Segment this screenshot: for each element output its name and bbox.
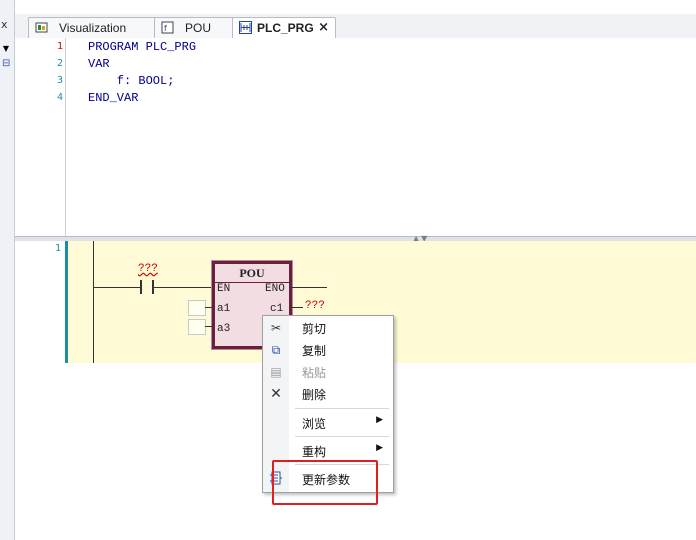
wire	[94, 287, 140, 288]
tab-label: Visualization	[59, 21, 127, 35]
code-line: f: BOOL;	[88, 74, 175, 88]
network-number: 1	[15, 241, 65, 363]
wire	[154, 287, 212, 288]
tab-label: PLC_PRG	[257, 21, 314, 35]
close-pane-icon[interactable]: x	[1, 18, 8, 31]
block-type-name: POU	[215, 266, 289, 283]
menu-item-label: 复制	[302, 344, 327, 358]
dropdown-arrow-icon[interactable]: ▼	[0, 44, 12, 56]
input-a3-field[interactable]	[188, 319, 206, 335]
submenu-arrow-icon: ▶	[376, 415, 383, 425]
menu-item-copy[interactable]: ⧉ 复制	[263, 339, 393, 361]
menu-item-browse[interactable]: 浏览 ▶	[263, 412, 393, 434]
tab-label: POU	[185, 21, 212, 35]
line-number-gutter: 1 2 3 4	[15, 38, 66, 236]
menu-item-label: 重构	[302, 445, 327, 459]
tab-pou[interactable]: f POU	[154, 17, 234, 38]
pou-icon: f	[161, 21, 174, 34]
input-a1-field[interactable]	[188, 300, 206, 316]
paste-icon: ▤	[270, 365, 282, 379]
copy-icon: ⧉	[271, 343, 281, 357]
tab-plc-prg[interactable]: PLC_PRG ×	[232, 17, 336, 39]
menu-item-label: 浏览	[302, 417, 327, 431]
wire	[205, 307, 212, 308]
contact-variable-label[interactable]: ???	[138, 263, 158, 275]
svg-text:f: f	[164, 24, 167, 33]
wire	[205, 326, 212, 327]
scissors-icon: ✂	[270, 321, 282, 335]
highlight-box	[272, 460, 378, 505]
close-tab-icon[interactable]: ×	[318, 18, 329, 38]
menu-item-refactor[interactable]: 重构 ▶	[263, 440, 393, 462]
line-number: 3	[56, 75, 63, 86]
menu-separator	[295, 436, 389, 437]
wire	[289, 287, 327, 288]
menu-separator	[295, 408, 389, 409]
line-number: 4	[56, 92, 63, 103]
pin-en: EN	[217, 283, 231, 295]
visualization-icon	[35, 21, 48, 34]
code-line: END_VAR	[88, 91, 139, 105]
menu-item-label: 删除	[302, 388, 327, 402]
left-pane-strip: x ▼	[0, 0, 15, 540]
declaration-editor[interactable]: 1 2 3 4 ⊟ PROGRAM PLC_PRG VAR f: BOOL; E…	[2, 38, 696, 236]
delete-icon: ✕	[270, 386, 282, 402]
wire	[289, 307, 303, 308]
menu-item-delete[interactable]: ✕ 删除	[263, 383, 393, 405]
line-number: 1	[56, 41, 63, 52]
code-line: VAR	[88, 57, 110, 71]
editor-tab-bar: Visualization f POU PLC_PRG ×	[15, 14, 696, 39]
tab-visualization[interactable]: Visualization	[28, 17, 156, 38]
contact-element[interactable]	[140, 280, 154, 294]
left-power-rail	[93, 241, 94, 363]
pin-a1: a1	[217, 303, 231, 315]
line-number: 2	[56, 58, 63, 69]
menu-item-label: 剪切	[302, 322, 327, 336]
ladder-icon	[239, 21, 252, 34]
submenu-arrow-icon: ▶	[376, 443, 383, 453]
menu-item-cut[interactable]: ✂ 剪切	[263, 317, 393, 339]
output-variable-label[interactable]: ???	[305, 300, 325, 312]
menu-item-label: 粘贴	[302, 366, 327, 380]
pin-a3: a3	[217, 323, 231, 335]
code-line: PROGRAM PLC_PRG	[88, 40, 197, 54]
network-number-label: 1	[54, 243, 61, 254]
menu-item-paste[interactable]: ▤ 粘贴	[263, 361, 393, 383]
fold-toggle-icon[interactable]: ⊟	[2, 58, 10, 69]
pin-c1: c1	[270, 303, 284, 315]
pin-eno: ENO	[265, 283, 285, 295]
